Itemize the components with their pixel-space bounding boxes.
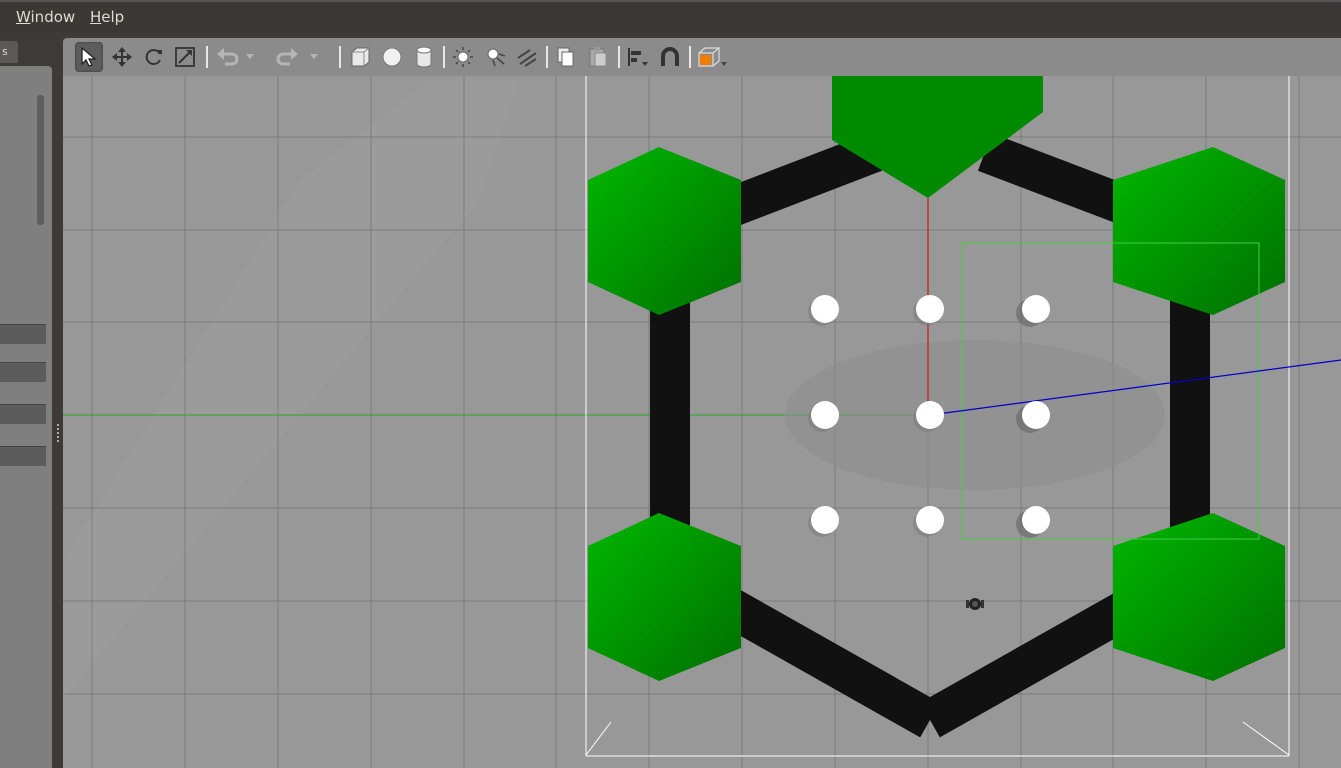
marker-sphere — [811, 295, 839, 323]
select-mode-button[interactable] — [75, 42, 103, 72]
toolbar-separator — [206, 46, 208, 68]
directional-light-icon — [517, 49, 537, 67]
toolbar-separator — [618, 46, 620, 68]
cylinder-shape-button[interactable] — [410, 42, 438, 72]
box-icon — [351, 47, 370, 67]
toolbar-separator — [339, 46, 341, 68]
marker-sphere — [1022, 401, 1050, 429]
undo-icon — [217, 48, 239, 66]
sun-icon — [453, 47, 473, 67]
toolbar-separator — [689, 46, 691, 68]
scale-mode-button[interactable] — [171, 42, 199, 72]
spot-light-button[interactable] — [481, 42, 509, 72]
spotlight-icon — [487, 48, 506, 67]
hexagon-post[interactable] — [588, 513, 741, 681]
point-light-button[interactable] — [449, 42, 477, 72]
magnet-icon — [661, 47, 679, 66]
marker-sphere — [916, 401, 944, 429]
hexagon-post[interactable] — [588, 147, 741, 315]
orange-cube-icon — [698, 47, 727, 67]
box-shape-button[interactable] — [346, 42, 374, 72]
arena-shadow — [785, 340, 1165, 490]
sphere-shape-button[interactable] — [378, 42, 406, 72]
marker-sphere — [916, 506, 944, 534]
panel-splitter[interactable] — [52, 66, 62, 768]
rotate-mode-button[interactable] — [140, 42, 168, 72]
toolbar — [63, 38, 1341, 76]
redo-icon — [276, 48, 298, 66]
menubar: Window Help — [0, 0, 1341, 33]
splitter-handle[interactable] — [57, 424, 61, 442]
left-panel-tab[interactable]: s — [0, 41, 18, 63]
marker-sphere — [811, 506, 839, 534]
property-row[interactable] — [0, 446, 46, 466]
toolbar-separator — [443, 46, 445, 68]
rotate-icon — [145, 49, 162, 65]
menu-window[interactable]: Window — [16, 8, 75, 26]
cylinder-icon — [416, 46, 432, 68]
marker-sphere — [916, 295, 944, 323]
scene-canvas[interactable] — [63, 76, 1341, 768]
chevron-down-icon — [246, 54, 254, 59]
align-icon — [628, 48, 648, 66]
undo-history-dropdown[interactable] — [243, 42, 257, 72]
marker-sphere — [811, 401, 839, 429]
property-row[interactable] — [0, 404, 46, 424]
align-button[interactable] — [624, 42, 652, 72]
paste-icon — [589, 47, 607, 67]
redo-button[interactable] — [274, 42, 302, 72]
snap-button[interactable] — [656, 42, 684, 72]
scale-icon — [175, 47, 195, 67]
menu-help[interactable]: Help — [90, 8, 124, 26]
scene-viewport[interactable] — [63, 76, 1341, 768]
translate-mode-button[interactable] — [108, 42, 136, 72]
redo-history-dropdown[interactable] — [307, 42, 321, 72]
property-row[interactable] — [0, 324, 46, 344]
chevron-down-icon — [310, 54, 318, 59]
move-arrows-icon — [112, 47, 132, 67]
sphere-icon — [382, 47, 402, 67]
arrow-cursor-icon — [81, 46, 97, 67]
view-angle-button[interactable] — [694, 42, 730, 72]
undo-button[interactable] — [213, 42, 241, 72]
copy-icon — [557, 47, 574, 67]
toolbar-separator — [546, 46, 548, 68]
property-row[interactable] — [0, 362, 46, 382]
marker-sphere — [1022, 506, 1050, 534]
paste-button[interactable] — [584, 42, 612, 72]
copy-button[interactable] — [552, 42, 580, 72]
marker-sphere — [1022, 295, 1050, 323]
directional-light-button[interactable] — [513, 42, 541, 72]
left-panel-scrollbar[interactable] — [37, 95, 44, 225]
